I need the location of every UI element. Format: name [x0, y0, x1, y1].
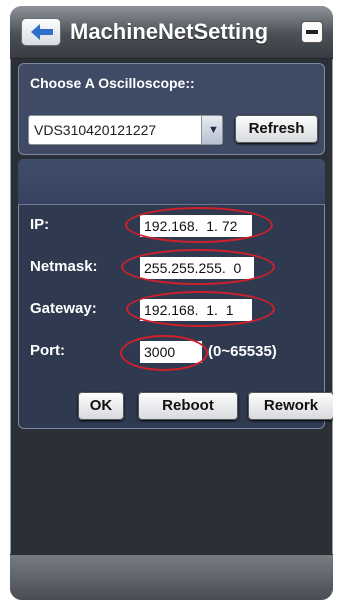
refresh-button[interactable]: Refresh: [235, 115, 318, 143]
port-range-hint: (0~65535): [208, 343, 277, 360]
back-arrow-icon: [31, 24, 53, 40]
title-bar: MachineNetSetting: [10, 6, 333, 59]
oscilloscope-select[interactable]: VDS310420121227 ▼: [28, 115, 223, 145]
device-panel: Choose A Oscilloscope:: VDS310420121227 …: [18, 63, 325, 155]
selected-device: VDS310420121227: [34, 122, 157, 138]
window-title: MachineNetSetting: [70, 19, 269, 44]
network-settings-panel: IP: 192.168. 1. 72 Netmask: 255.255.255.…: [18, 159, 333, 429]
app-window: MachineNetSetting Choose A Oscilloscope:…: [10, 6, 333, 600]
port-label: Port:: [30, 342, 65, 359]
gateway-field[interactable]: 192.168. 1. 1: [140, 299, 252, 321]
back-button[interactable]: [22, 19, 60, 45]
port-field[interactable]: 3000: [140, 341, 202, 363]
minimize-button[interactable]: [302, 22, 322, 42]
reboot-button[interactable]: Reboot: [138, 392, 238, 420]
netmask-label: Netmask:: [30, 258, 98, 275]
ok-button[interactable]: OK: [78, 392, 124, 420]
chevron-down-icon: ▼: [208, 124, 219, 136]
minimize-icon: [306, 30, 318, 34]
dropdown-button[interactable]: ▼: [201, 116, 222, 144]
choose-oscilloscope-label: Choose A Oscilloscope::: [30, 75, 195, 91]
ip-field[interactable]: 192.168. 1. 72: [140, 215, 252, 237]
network-panel-header: [18, 159, 325, 205]
netmask-field[interactable]: 255.255.255. 0: [140, 257, 254, 279]
bottom-bar: [10, 554, 333, 600]
gateway-label: Gateway:: [30, 300, 97, 317]
rework-button[interactable]: Rework: [248, 392, 333, 420]
ip-label: IP:: [30, 216, 50, 233]
